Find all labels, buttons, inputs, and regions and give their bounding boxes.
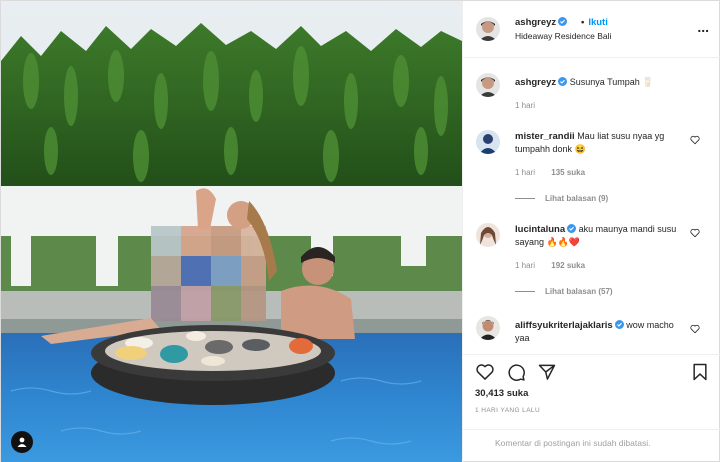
user-tag-icon[interactable] [11, 431, 33, 453]
view-replies-label: Lihat balasan (57) [545, 287, 613, 296]
post-header: ashgreyz • Ikuti Hideaway Residence Bali … [463, 1, 720, 58]
comment-username[interactable]: aliffsyukriterlajaklaris [515, 320, 624, 331]
commenter-avatar[interactable] [476, 130, 500, 154]
replies-divider [515, 198, 535, 200]
bookmark-icon[interactable] [690, 362, 710, 382]
caption-avatar[interactable] [476, 73, 500, 97]
view-replies-button[interactable]: Lihat balasan (9) [515, 194, 608, 203]
verified-badge-icon [614, 320, 624, 329]
comment-like-heart-icon[interactable] [690, 135, 700, 145]
comment-time[interactable]: 1 hari [515, 168, 535, 177]
comment-likes[interactable]: 135 suka [551, 168, 585, 177]
verified-badge-icon [567, 224, 577, 233]
post-actions: 30,413 suka 1 HARI YANG LALU [463, 354, 720, 429]
likes-count[interactable]: 30,413 suka [475, 388, 528, 399]
paper-plane-icon[interactable] [537, 362, 557, 382]
comments-list[interactable]: ashgreyz Susunya Tumpah 🥛 1 hari mister_… [463, 58, 720, 354]
comment-likes[interactable]: 192 suka [551, 261, 585, 270]
commenter-avatar[interactable] [476, 223, 500, 247]
caption-time[interactable]: 1 hari [515, 101, 535, 110]
post-side-panel: ashgreyz • Ikuti Hideaway Residence Bali … [462, 1, 720, 462]
author-avatar[interactable] [476, 17, 500, 41]
view-replies-label: Lihat balasan (9) [545, 194, 609, 203]
comment-like-heart-icon[interactable] [690, 324, 700, 334]
comment-like-heart-icon[interactable] [690, 228, 700, 238]
replies-divider [515, 291, 535, 293]
comment-time[interactable]: 1 hari [515, 261, 535, 270]
post-location[interactable]: Hideaway Residence Bali [515, 31, 611, 41]
caption-text: Susunya Tumpah 🥛 [569, 77, 654, 87]
follow-button[interactable]: • Ikuti [581, 17, 608, 28]
commenter-avatar[interactable] [476, 316, 500, 340]
view-replies-button[interactable]: Lihat balasan (57) [515, 287, 613, 296]
comments-closed-notice: Komentar di postingan ini sudah dibatasi… [463, 429, 720, 462]
comment-username[interactable]: mister_randii [515, 131, 575, 142]
author-username[interactable]: ashgreyz [515, 17, 568, 28]
caption-username[interactable]: ashgreyz [515, 77, 568, 88]
verified-badge-icon [558, 17, 568, 26]
post-photo-image [1, 1, 462, 462]
instagram-post-modal: ashgreyz • Ikuti Hideaway Residence Bali … [0, 0, 720, 462]
heart-icon[interactable] [475, 362, 495, 382]
comment-bubble-icon[interactable] [506, 362, 526, 382]
more-options-icon[interactable]: ... [697, 20, 709, 34]
follow-button-label: Ikuti [588, 17, 608, 28]
comment-username[interactable]: lucintaluna [515, 224, 577, 235]
verified-badge-icon [558, 77, 568, 86]
post-photo[interactable] [1, 1, 462, 462]
follow-separator: • [581, 17, 585, 28]
post-date[interactable]: 1 HARI YANG LALU [475, 407, 540, 414]
